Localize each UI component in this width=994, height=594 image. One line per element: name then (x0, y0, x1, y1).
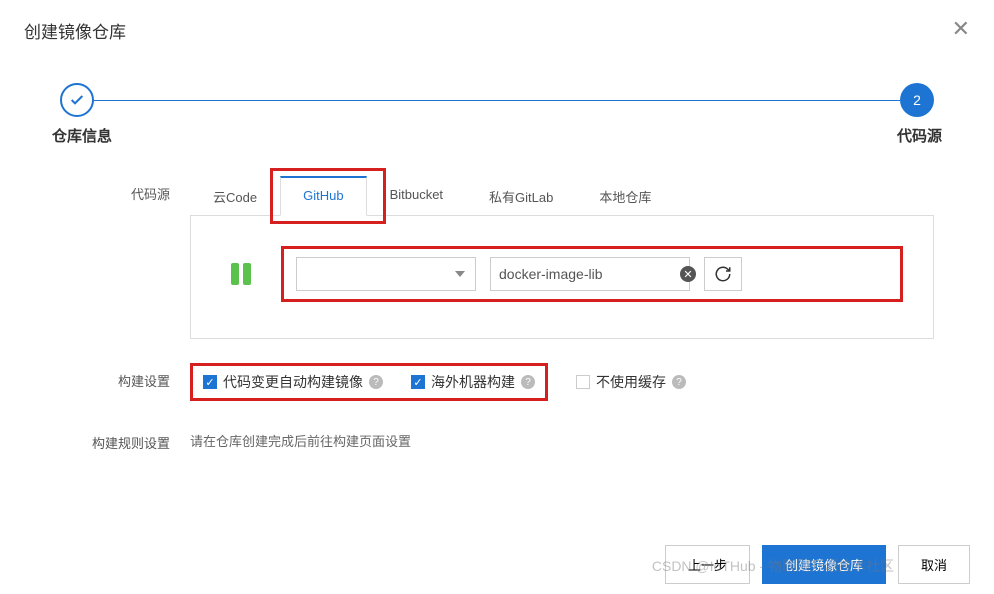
source-tabs: 云Code GitHub Bitbucket 私有GitLab 本地仓库 (190, 176, 934, 216)
help-icon[interactable]: ? (672, 375, 686, 389)
help-icon[interactable]: ? (369, 375, 383, 389)
modal-title: 创建镜像仓库 (24, 18, 126, 43)
source-label: 代码源 (60, 176, 190, 203)
create-button[interactable]: 创建镜像仓库 (762, 545, 886, 584)
checkbox-auto-build-label: 代码变更自动构建镜像 (223, 372, 363, 392)
step-2-active: 2 (900, 83, 934, 117)
tab-bitbucket[interactable]: Bitbucket (367, 176, 466, 216)
tab-private-gitlab[interactable]: 私有GitLab (466, 176, 576, 216)
tab-github[interactable]: GitHub (280, 176, 366, 216)
stepper: 2 (0, 43, 994, 117)
step-1-done-icon (60, 83, 94, 117)
chevron-down-icon (455, 271, 465, 277)
namespace-select[interactable] (296, 257, 476, 291)
help-icon[interactable]: ? (521, 375, 535, 389)
close-icon[interactable]: ✕ (952, 18, 970, 40)
tab-cloudcode[interactable]: 云Code (190, 176, 280, 216)
step-connector (94, 100, 900, 101)
build-settings-label: 构建设置 (60, 363, 190, 390)
repo-search-input[interactable] (499, 266, 680, 282)
prev-button[interactable]: 上一步 (665, 545, 750, 584)
refresh-button[interactable] (704, 257, 742, 291)
refresh-icon (714, 265, 732, 283)
step-1-label: 仓库信息 (52, 125, 112, 146)
checkbox-no-cache[interactable] (576, 375, 590, 389)
build-rules-text: 请在仓库创建完成后前往构建页面设置 (190, 425, 934, 450)
build-rules-label: 构建规则设置 (60, 425, 190, 452)
checkbox-no-cache-label: 不使用缓存 (596, 372, 666, 392)
tab-local[interactable]: 本地仓库 (576, 176, 674, 216)
clear-icon[interactable]: ✕ (680, 266, 696, 282)
step-2-label: 代码源 (897, 125, 942, 146)
avatar (221, 254, 261, 294)
checkbox-overseas-label: 海外机器构建 (431, 372, 515, 392)
checkbox-auto-build[interactable]: ✓ (203, 375, 217, 389)
cancel-button[interactable]: 取消 (898, 545, 970, 584)
checkbox-overseas[interactable]: ✓ (411, 375, 425, 389)
